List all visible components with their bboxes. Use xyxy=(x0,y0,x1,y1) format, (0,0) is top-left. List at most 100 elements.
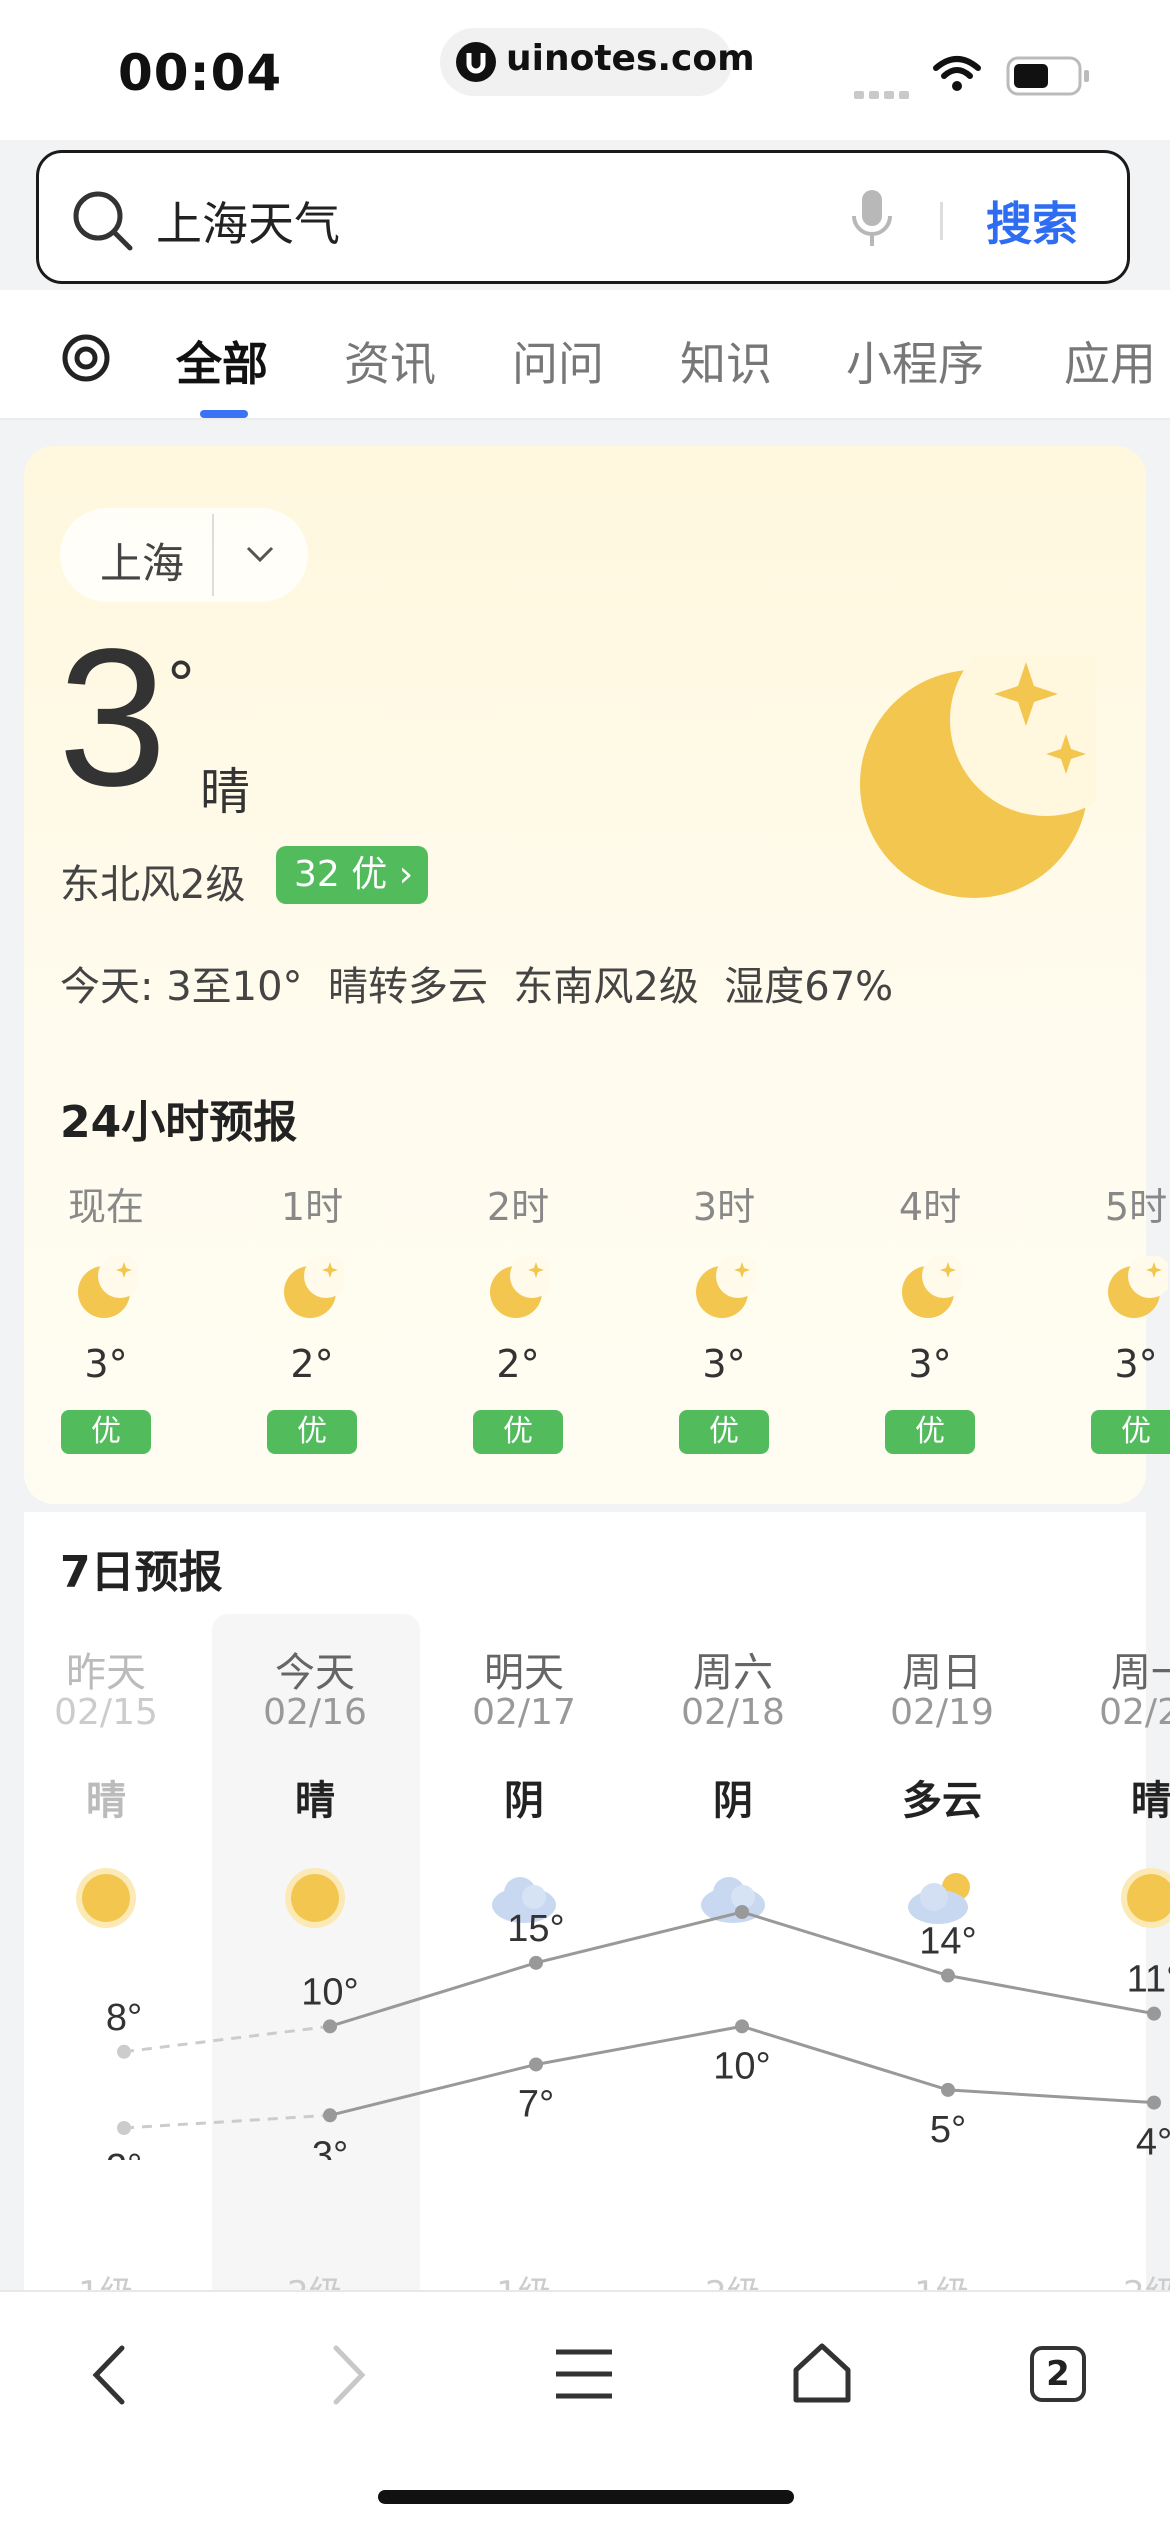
aqi-value: 32 优 xyxy=(294,854,388,895)
high-temperature-label: 8° xyxy=(106,1997,142,2039)
hour-aqi-badge: 优 xyxy=(1091,1410,1170,1454)
low-temperature-label: 2° xyxy=(106,2147,142,2160)
moon-icon xyxy=(490,1256,550,1318)
day-name: 周六 xyxy=(693,1650,773,1696)
active-tab-indicator xyxy=(200,410,248,418)
hour-aqi-badge: 优 xyxy=(61,1410,151,1454)
search-divider xyxy=(940,202,943,240)
day-date: 02/18 xyxy=(681,1692,785,1733)
trend-line xyxy=(329,1910,1155,2028)
moon-stars-icon xyxy=(860,656,1096,898)
hour-label: 4时 xyxy=(898,1185,962,1229)
search-input[interactable]: 上海天气 xyxy=(156,188,340,254)
moon-icon xyxy=(1108,1256,1168,1318)
hour-temperature: 3° xyxy=(84,1342,128,1386)
home-indicator xyxy=(378,2490,794,2504)
hour-temperature: 3° xyxy=(1114,1342,1158,1386)
hour-temperature: 2° xyxy=(290,1342,334,1386)
chevron-down-icon[interactable] xyxy=(244,540,276,570)
low-point xyxy=(735,2019,749,2034)
today-summary: 今天: 3至10° 晴转多云 东南风2级 湿度67% xyxy=(60,964,894,1010)
tab-mini-programs[interactable]: 小程序 xyxy=(846,328,984,394)
tab-knowledge[interactable]: 知识 xyxy=(680,328,772,394)
search-icon xyxy=(73,191,133,251)
high-temperature-label: 10° xyxy=(301,1971,358,2013)
hour-label: 现在 xyxy=(67,1185,144,1229)
chevron-right-icon: › xyxy=(398,854,414,895)
hour-aqi-badge: 优 xyxy=(679,1410,769,1454)
temperature-trend-chart: 8°10°15°19°14°11°2°3°7°10°5°4° xyxy=(106,1905,1170,2160)
past-trend-line xyxy=(123,2024,331,2054)
back-icon[interactable] xyxy=(86,2342,136,2408)
tab-news[interactable]: 资讯 xyxy=(344,328,436,394)
hour-label: 1时 xyxy=(280,1185,344,1229)
moon-icon xyxy=(902,1256,962,1318)
moon-icon xyxy=(284,1256,344,1318)
aqi-badge[interactable]: 32 优 › xyxy=(276,846,428,904)
day-condition: 晴 xyxy=(1131,1778,1170,1824)
site-logo-icon xyxy=(456,42,496,82)
forward-icon[interactable] xyxy=(322,2342,372,2408)
status-time: 00:04 xyxy=(118,44,283,102)
city-name[interactable]: 上海 xyxy=(100,530,184,591)
hour-temperature: 3° xyxy=(702,1342,746,1386)
tabs-count-button[interactable]: 2 xyxy=(1030,2346,1086,2402)
day-name: 明天 xyxy=(484,1650,564,1696)
high-point xyxy=(735,1905,749,1919)
home-icon[interactable] xyxy=(790,2340,854,2406)
tab-apps[interactable]: 应用 xyxy=(1064,328,1156,394)
city-divider xyxy=(212,514,214,596)
hourly-title: 24小时预报 xyxy=(60,1097,298,1148)
menu-icon[interactable] xyxy=(552,2346,616,2402)
daily-title: 7日预报 xyxy=(60,1547,223,1598)
high-temperature-label: 15° xyxy=(507,1908,564,1950)
day-date: 02/15 xyxy=(54,1692,158,1733)
hour-aqi-badge: 优 xyxy=(267,1410,357,1454)
day-date: 02/16 xyxy=(263,1692,367,1733)
search-button[interactable]: 搜索 xyxy=(986,188,1078,254)
low-point xyxy=(323,2108,337,2123)
hour-label: 2时 xyxy=(486,1185,550,1229)
high-point xyxy=(323,2019,337,2034)
low-temperature-label: 10° xyxy=(713,2045,770,2087)
low-temperature-label: 3° xyxy=(312,2134,348,2160)
high-point xyxy=(1147,2006,1161,2021)
high-point xyxy=(529,1955,543,1970)
current-condition: 晴 xyxy=(200,763,250,821)
day-date: 02/17 xyxy=(472,1692,576,1733)
high-point xyxy=(941,1968,955,1983)
microphone-icon[interactable] xyxy=(846,186,898,250)
day-name: 今天 xyxy=(275,1650,355,1696)
tab-all[interactable]: 全部 xyxy=(176,328,268,394)
high-point xyxy=(117,2044,131,2059)
day-condition: 阴 xyxy=(713,1778,753,1824)
past-trend-line xyxy=(123,2113,331,2130)
day-condition: 阴 xyxy=(504,1778,544,1824)
hour-aqi-badge: 优 xyxy=(885,1410,975,1454)
day-name: 昨天 xyxy=(66,1650,146,1696)
low-temperature-label: 4° xyxy=(1136,2122,1170,2160)
wind-info: 东北风2级 xyxy=(60,862,246,908)
moon-icon xyxy=(78,1256,138,1318)
wifi-icon xyxy=(933,56,981,91)
lens-icon[interactable] xyxy=(60,332,112,384)
cellular-signal-icon xyxy=(854,84,914,99)
current-temperature: 3 xyxy=(58,608,168,827)
tab-qa[interactable]: 问问 xyxy=(512,328,604,394)
hour-label: 5时 xyxy=(1104,1185,1168,1229)
moon-icon xyxy=(696,1256,756,1318)
low-temperature-label: 5° xyxy=(930,2109,966,2151)
day-date: 02/20 xyxy=(1099,1692,1170,1733)
low-point xyxy=(117,2121,131,2135)
hour-temperature: 2° xyxy=(496,1342,540,1386)
hour-aqi-badge: 优 xyxy=(473,1410,563,1454)
high-temperature-label: 11° xyxy=(1127,1959,1170,2001)
low-temperature-label: 7° xyxy=(518,2083,554,2125)
low-point xyxy=(529,2057,543,2072)
url-text[interactable]: uinotes.com xyxy=(506,38,755,79)
day-name: 周日 xyxy=(902,1650,982,1696)
day-condition: 晴 xyxy=(295,1778,335,1824)
low-point xyxy=(1147,2095,1161,2110)
degree-symbol: ° xyxy=(166,650,196,720)
day-condition: 多云 xyxy=(902,1778,982,1824)
